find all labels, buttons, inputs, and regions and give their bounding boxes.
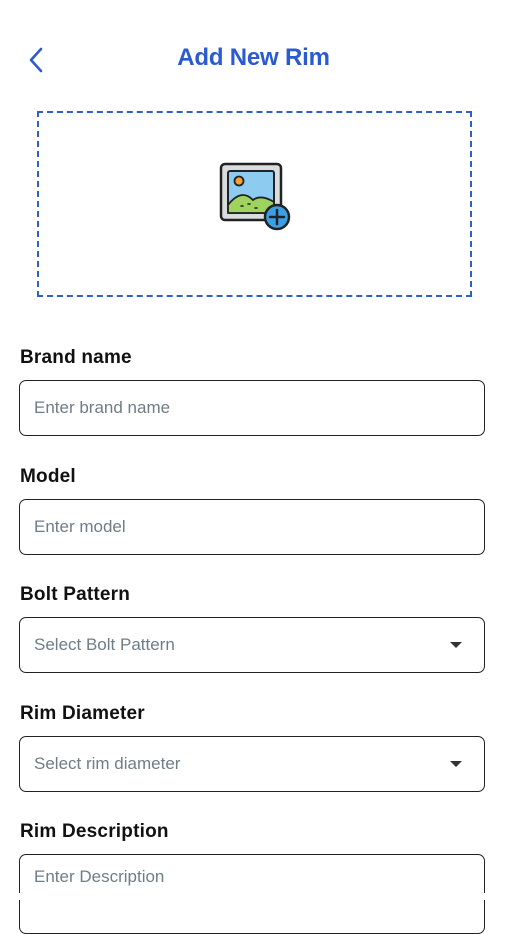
bolt-pattern-value: Select Bolt Pattern xyxy=(34,635,175,654)
add-image-icon xyxy=(219,162,290,231)
caret-down-icon xyxy=(450,642,462,648)
brand-name-label: Brand name xyxy=(20,347,132,368)
image-upload-area[interactable] xyxy=(37,111,472,297)
brand-name-field[interactable] xyxy=(19,380,485,436)
screen-bottom-edge xyxy=(0,893,507,900)
chevron-left-icon xyxy=(29,47,43,73)
bolt-pattern-select[interactable]: Select Bolt Pattern xyxy=(19,617,485,673)
model-field[interactable] xyxy=(19,499,485,555)
app-header: Add New Rim xyxy=(0,0,507,120)
model-label: Model xyxy=(20,466,76,487)
bolt-pattern-label: Bolt Pattern xyxy=(20,584,131,605)
rim-diameter-value: Select rim diameter xyxy=(34,754,181,773)
back-button[interactable] xyxy=(22,44,50,76)
rim-diameter-select[interactable]: Select rim diameter xyxy=(19,736,485,792)
page-title: Add New Rim xyxy=(177,44,330,71)
rim-description-label: Rim Description xyxy=(20,821,169,842)
rim-description-input[interactable] xyxy=(34,867,468,887)
model-input[interactable] xyxy=(34,517,468,537)
caret-down-icon xyxy=(450,761,462,767)
rim-diameter-label: Rim Diameter xyxy=(20,703,145,724)
brand-name-input[interactable] xyxy=(34,398,468,418)
